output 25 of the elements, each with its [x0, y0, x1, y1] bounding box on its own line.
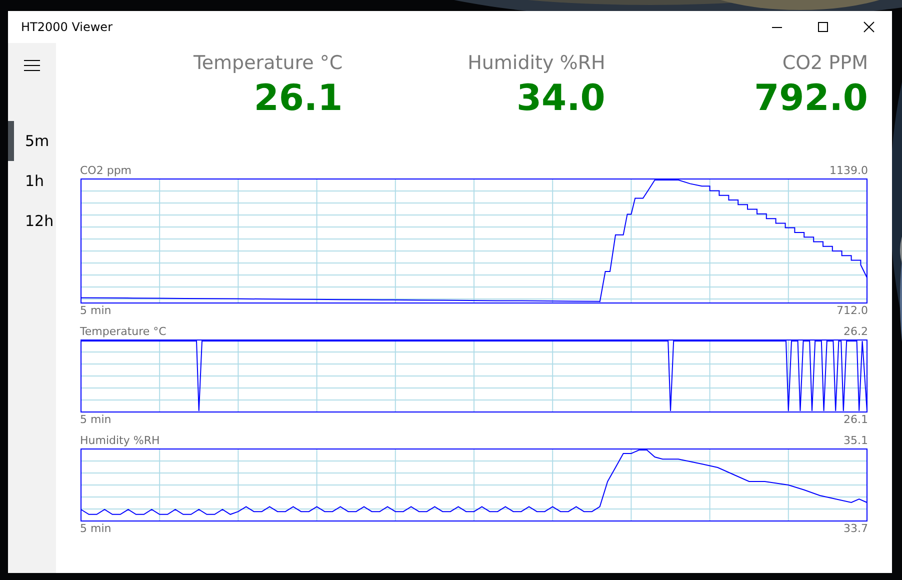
min-label: 26.1 — [844, 413, 868, 427]
min-label: 712.0 — [836, 304, 868, 318]
menu-icon — [24, 59, 40, 71]
reading-value: 34.0 — [516, 78, 606, 119]
reading-value: 792.0 — [754, 78, 868, 119]
chart-title: CO2 ppm — [80, 164, 132, 178]
sidebar-item[interactable]: 12h — [8, 201, 56, 241]
sidebar-item[interactable]: 1h — [8, 161, 56, 201]
window-title: HT2000 Viewer — [21, 20, 112, 34]
min-label: 33.7 — [844, 522, 868, 536]
reading-label: Humidity %RH — [468, 52, 606, 74]
sidebar-item[interactable]: 5m — [8, 121, 56, 161]
chart-title: Temperature °C — [80, 325, 166, 339]
maximize-icon — [817, 21, 829, 33]
close-icon — [863, 21, 875, 33]
time-span-label: 5 min — [80, 413, 112, 427]
time-span-label: 5 min — [80, 304, 112, 318]
max-label: 1139.0 — [830, 164, 868, 178]
max-label: 35.1 — [844, 434, 868, 448]
time-span-label: 5 min — [80, 522, 112, 536]
reading-value: 26.1 — [254, 78, 343, 119]
reading-label: CO2 PPM — [782, 52, 868, 74]
reading-label: Temperature °C — [193, 52, 343, 74]
max-label: 26.2 — [844, 325, 868, 339]
chart-title: Humidity %RH — [80, 434, 160, 448]
